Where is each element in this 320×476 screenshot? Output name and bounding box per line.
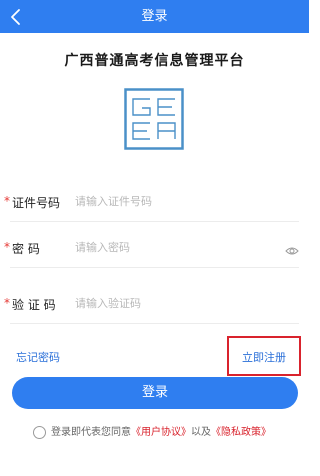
password-input[interactable] <box>75 236 265 258</box>
page-title: 登录 <box>141 9 168 24</box>
divider <box>10 323 299 324</box>
agreement-and: 以及 <box>191 427 211 438</box>
id-number-label: 证件号码 <box>12 196 61 210</box>
password-row: * 密 码 <box>0 228 309 268</box>
agreement-prefix: 登录即代表您同意 <box>51 427 131 438</box>
user-agreement-link[interactable]: 《用户协议》 <box>131 427 191 438</box>
login-button[interactable]: 登录 <box>12 377 298 409</box>
divider <box>10 221 299 222</box>
divider <box>10 267 299 268</box>
id-number-row: * 证件号码 <box>0 182 309 222</box>
forgot-password-link[interactable]: 忘记密码 <box>16 349 60 365</box>
eye-icon[interactable] <box>285 241 299 255</box>
agreement-text: 登录即代表您同意《用户协议》以及《隐私政策》 <box>51 425 271 440</box>
register-link[interactable]: 立即注册 <box>242 349 286 365</box>
privacy-policy-link[interactable]: 《隐私政策》 <box>211 427 271 438</box>
platform-name: 广西普通高考信息管理平台 <box>64 53 245 69</box>
password-label: 密 码 <box>12 242 40 256</box>
required-mark: * <box>4 296 10 310</box>
captcha-label: 验 证 码 <box>12 298 56 312</box>
captcha-row: * 验 证 码 <box>0 284 309 324</box>
title-bar: 登录 <box>0 0 309 33</box>
agree-radio[interactable] <box>33 426 46 439</box>
required-mark: * <box>4 194 10 208</box>
required-mark: * <box>4 240 10 254</box>
geea-logo <box>124 88 184 150</box>
captcha-input[interactable] <box>75 292 265 314</box>
id-number-input[interactable] <box>75 190 265 212</box>
